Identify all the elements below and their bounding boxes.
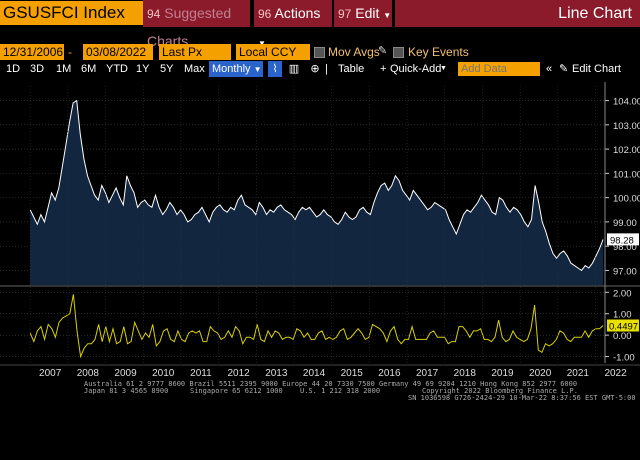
pencil-icon[interactable]: ✎ bbox=[559, 61, 568, 77]
footer: Australia 61 2 9777 8600 Brazil 5511 239… bbox=[0, 374, 640, 460]
last-value-label: 98.28 bbox=[610, 235, 634, 246]
chart-area: 104.00103.00102.00101.00100.0099.0098.00… bbox=[0, 82, 640, 379]
pencil-icon[interactable]: ✎ bbox=[378, 44, 387, 57]
divider-icon: | bbox=[325, 63, 328, 75]
chart-type-label: Line Chart bbox=[395, 0, 640, 27]
period-max[interactable]: Max bbox=[184, 61, 205, 77]
toolbar: 1D 3D 1M 6M YTD 1Y 5Y Max Monthly ▼ ⌇ ▥ … bbox=[0, 61, 640, 77]
line-chart-icon[interactable]: ⌇ bbox=[268, 61, 282, 77]
actions-num: 96 bbox=[258, 7, 272, 21]
y-tick-label: 99.00 bbox=[613, 218, 637, 229]
actions-button[interactable]: 96 Actions ▼ bbox=[254, 0, 332, 48]
y-tick-label: 102.00 bbox=[613, 145, 640, 156]
zoom-icon[interactable]: ⊕ bbox=[308, 61, 322, 77]
main-price-panel: 104.00103.00102.00101.00100.0099.0098.00… bbox=[0, 82, 640, 363]
osc-last-value-label: 0.4497 bbox=[609, 322, 638, 333]
suggested-num: 94 bbox=[147, 7, 161, 21]
title-bar: GSUSFCI Index 94 Suggested Charts 96 Act… bbox=[0, 0, 640, 49]
y-tick-label: 101.00 bbox=[613, 169, 640, 180]
period-1m[interactable]: 1M bbox=[56, 61, 71, 77]
table-button[interactable]: Table bbox=[338, 61, 364, 77]
suggested-label: Suggested Charts bbox=[147, 5, 232, 49]
footer-us: U.S. 1 212 318 2000 bbox=[300, 387, 381, 395]
currency-select[interactable]: Local CCY bbox=[236, 44, 310, 60]
price-field-select[interactable]: Last Px bbox=[159, 44, 231, 60]
mov-avgs-checkbox[interactable] bbox=[314, 47, 325, 58]
chevron-down-icon: ▼ bbox=[253, 65, 262, 74]
add-data-input[interactable] bbox=[458, 62, 540, 76]
edit-chart-button[interactable]: Edit Chart bbox=[572, 61, 621, 77]
y-tick-label: 100.00 bbox=[613, 194, 640, 205]
osc-tick-label: 0.00 bbox=[613, 331, 632, 342]
ticker-field[interactable]: GSUSFCI Index bbox=[0, 1, 143, 25]
suggested-charts-button[interactable]: 94 Suggested Charts bbox=[143, 0, 250, 49]
frequency-select[interactable]: Monthly ▼ bbox=[209, 61, 263, 77]
y-tick-label: 97.00 bbox=[613, 266, 637, 277]
period-1d[interactable]: 1D bbox=[6, 61, 20, 77]
y-tick-label: 104.00 bbox=[613, 97, 640, 108]
period-3d[interactable]: 3D bbox=[30, 61, 44, 77]
period-1y[interactable]: 1Y bbox=[136, 61, 149, 77]
chevron-down-icon: ▼ bbox=[383, 11, 392, 20]
key-events-label: Key Events bbox=[408, 45, 469, 59]
period-5y[interactable]: 5Y bbox=[160, 61, 173, 77]
osc-tick-label: 1.00 bbox=[613, 310, 632, 321]
period-ytd[interactable]: YTD bbox=[106, 61, 128, 77]
start-date-field[interactable]: 12/31/2006 bbox=[0, 44, 64, 60]
y-tick-label: 103.00 bbox=[613, 121, 640, 132]
date-separator: - bbox=[68, 45, 72, 59]
price-area bbox=[30, 100, 604, 285]
mov-avgs-label: Mov Avgs bbox=[328, 45, 380, 59]
edit-label: Edit bbox=[355, 5, 380, 21]
collapse-icon[interactable]: « bbox=[546, 61, 552, 77]
footer-singapore: Singapore 65 6212 1000 bbox=[190, 387, 283, 395]
footer-session: SN 1036598 G726-2424-29 10-Mar-22 8:37:5… bbox=[408, 394, 636, 402]
footer-japan: Japan 81 3 4565 8900 bbox=[84, 387, 169, 395]
osc-tick-label: -1.00 bbox=[613, 353, 635, 364]
edit-button[interactable]: 97 Edit ▼ bbox=[334, 0, 392, 27]
quick-add-button[interactable]: Quick-Add bbox=[390, 61, 441, 77]
frequency-label: Monthly bbox=[212, 63, 251, 75]
end-date-field[interactable]: 03/08/2022 bbox=[83, 44, 153, 60]
oscillator-panel: 2.00 1.00 0.00 -1.00 0.4497 bbox=[0, 288, 640, 366]
key-events-checkbox[interactable] bbox=[393, 47, 404, 58]
osc-tick-label: 2.00 bbox=[613, 288, 632, 299]
bar-chart-icon[interactable]: ▥ bbox=[287, 61, 301, 77]
chart-settings-row: 12/31/2006 - 03/08/2022 Last Px Local CC… bbox=[0, 44, 640, 61]
actions-label: Actions bbox=[274, 5, 321, 21]
chevron-down-icon: ▼ bbox=[440, 65, 447, 72]
period-6m[interactable]: 6M bbox=[81, 61, 96, 77]
plus-icon: + bbox=[380, 63, 387, 75]
edit-num: 97 bbox=[338, 7, 352, 21]
oscillator-line bbox=[29, 294, 604, 359]
